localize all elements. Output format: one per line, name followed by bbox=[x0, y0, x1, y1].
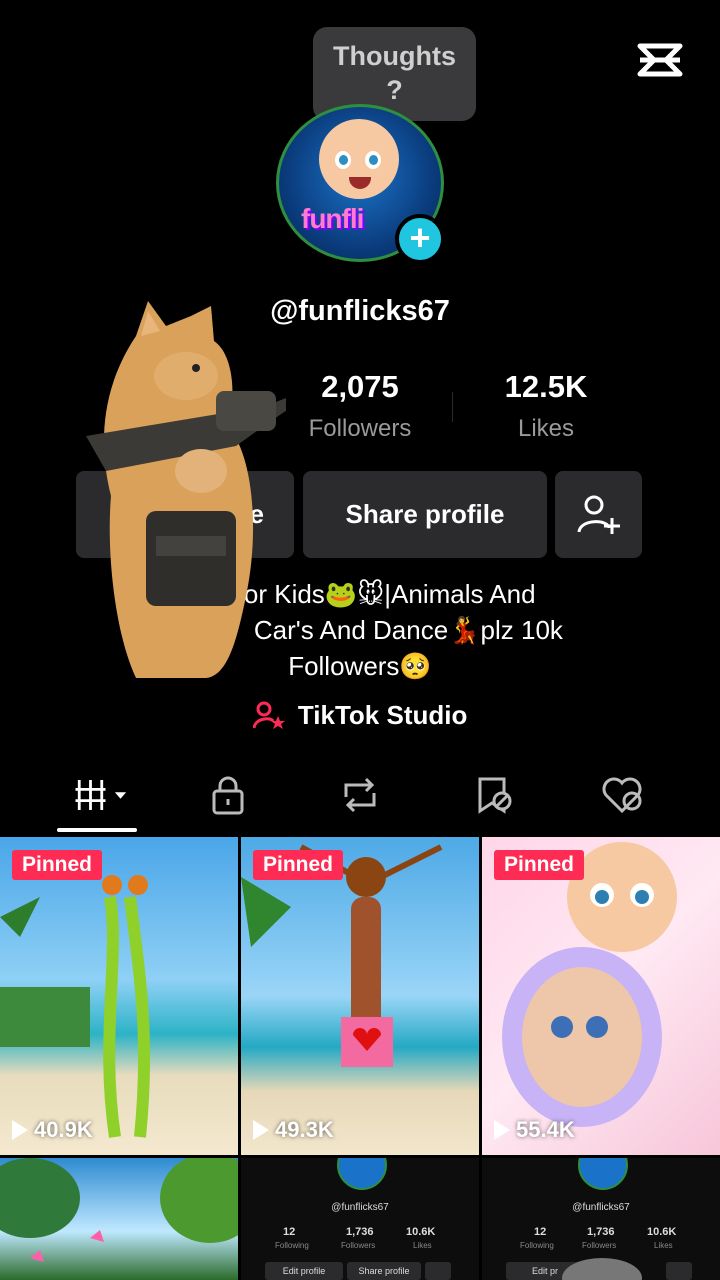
followers-count[interactable]: 2,075 bbox=[270, 369, 450, 405]
view-count: 49.3K bbox=[253, 1117, 334, 1143]
play-icon bbox=[12, 1120, 28, 1140]
tab-favorites[interactable] bbox=[464, 770, 524, 820]
avatar-logo-text: funfli bbox=[301, 203, 364, 234]
view-count: 55.4K bbox=[494, 1117, 575, 1143]
add-friend-button[interactable] bbox=[555, 471, 642, 558]
tab-liked[interactable] bbox=[592, 770, 652, 820]
pinned-badge: Pinned bbox=[253, 850, 344, 880]
mini-profile-preview: @funflicks67 12 Following 1,736 Follower… bbox=[241, 1158, 479, 1280]
capcut-icon[interactable] bbox=[636, 40, 684, 80]
tab-reposts[interactable] bbox=[330, 770, 390, 820]
video-thumbnail[interactable]: Pinned 49.3K bbox=[241, 837, 479, 1155]
avatar-face bbox=[319, 119, 399, 199]
active-tab-indicator bbox=[57, 828, 137, 832]
likes-count[interactable]: 12.5K bbox=[456, 369, 636, 405]
share-profile-label: Share profile bbox=[345, 499, 505, 529]
repost-icon bbox=[344, 777, 376, 813]
add-story-button[interactable]: + bbox=[395, 214, 445, 264]
play-icon bbox=[253, 1120, 269, 1140]
heart-hidden-icon bbox=[602, 777, 642, 814]
tab-private[interactable] bbox=[198, 770, 258, 820]
grid-icon bbox=[75, 780, 127, 810]
play-icon bbox=[494, 1120, 510, 1140]
mini-profile-preview: @funflicks67 12 Following 1,736 Follower… bbox=[482, 1158, 720, 1280]
cat-with-drill-sticker bbox=[86, 301, 286, 678]
tiktok-studio-link[interactable]: TikTok Studio bbox=[0, 700, 720, 731]
video-thumbnail[interactable]: Pinned 40.9K bbox=[0, 837, 238, 1155]
video-thumbnail[interactable]: @funflicks67 12 Following 1,736 Follower… bbox=[482, 1158, 720, 1280]
pinned-badge: Pinned bbox=[12, 850, 103, 880]
add-friend-icon bbox=[577, 495, 620, 534]
video-thumbnail[interactable]: Pinned 55.4K bbox=[482, 837, 720, 1155]
video-thumbnail[interactable]: @funflicks67 12 Following 1,736 Follower… bbox=[241, 1158, 479, 1280]
followers-label: Followers bbox=[308, 415, 412, 442]
tiktok-studio-label: TikTok Studio bbox=[297, 700, 468, 730]
lock-icon bbox=[212, 776, 244, 815]
pinned-badge: Pinned bbox=[494, 850, 585, 880]
video-thumbnail[interactable] bbox=[0, 1158, 238, 1280]
bookmark-hidden-icon bbox=[478, 777, 512, 814]
share-profile-button[interactable]: Share profile bbox=[303, 471, 547, 558]
likes-label: Likes bbox=[517, 415, 575, 442]
tab-videos[interactable] bbox=[68, 770, 128, 820]
stat-divider bbox=[452, 392, 453, 422]
view-count: 40.9K bbox=[12, 1117, 93, 1143]
thoughts-text: Thoughts ? bbox=[333, 41, 456, 105]
studio-icon bbox=[252, 701, 285, 729]
